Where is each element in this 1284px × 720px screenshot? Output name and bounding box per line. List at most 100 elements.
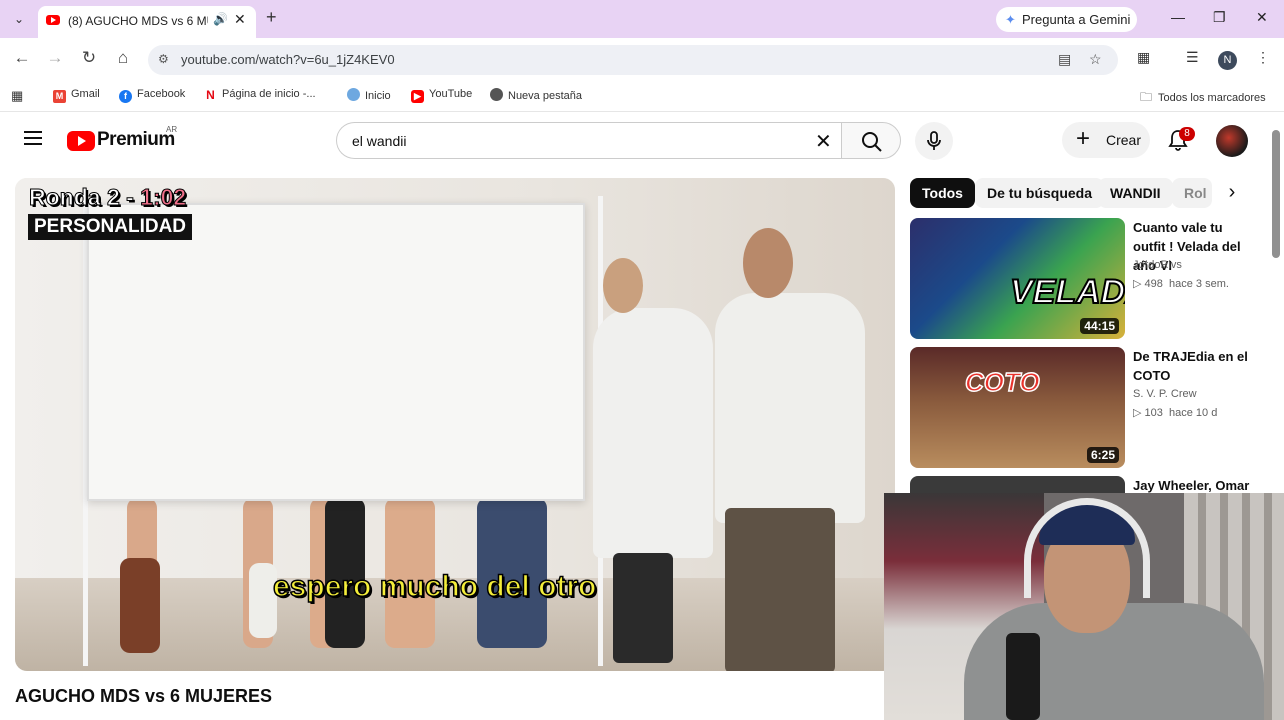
search-input[interactable]: el wandii ✕ — [336, 122, 842, 159]
hidden-person-boots — [120, 558, 160, 653]
bookmark-gmail[interactable]: M Gmail — [53, 88, 100, 103]
view-count: 498 — [1144, 278, 1163, 290]
bookmark-new-tab[interactable]: Nueva pestaña — [490, 88, 582, 102]
more-menu-icon[interactable]: ⋮ — [1256, 49, 1270, 66]
view-count: 103 — [1144, 407, 1163, 419]
site-settings-icon[interactable]: ⚙ — [158, 52, 169, 66]
youtube-header: Premium AR el wandii ✕ + Crear 8 — [0, 113, 1284, 167]
all-bookmarks-label: Todos los marcadores — [1158, 92, 1266, 104]
bookmarks-bar: ▦ M Gmail f Facebook N Página de inicio -..… — [0, 80, 1284, 112]
chip-wandii[interactable]: WANDII — [1098, 178, 1173, 208]
hamburger-menu-icon[interactable] — [24, 131, 42, 145]
recommended-video[interactable]: COTO 6:25 De TRAJEdia en el COTO S. V. P… — [910, 347, 1270, 469]
video-thumbnail[interactable]: VELADA 44:15 — [910, 218, 1125, 339]
voice-search-button[interactable] — [915, 122, 953, 160]
microphone — [1006, 633, 1040, 720]
whiteboard — [87, 203, 585, 501]
video-meta: ▷ 498 hace 3 sem. — [1133, 277, 1229, 290]
thumbnail-art: COTO — [964, 366, 1040, 398]
gemini-label: Pregunta a Gemini — [1022, 12, 1131, 27]
bookmark-inicio[interactable]: Inicio — [347, 88, 391, 102]
search-query: el wandii — [352, 133, 407, 149]
youtube-icon: ▶ — [411, 90, 424, 103]
chrome-icon — [490, 88, 503, 101]
video-player[interactable]: Ronda 2 - 1:02 PERSONALIDAD espero mucho… — [15, 178, 895, 671]
netflix-icon: N — [204, 89, 217, 102]
gmail-icon: M — [53, 90, 66, 103]
video-meta: ▷ 103 hace 10 d — [1133, 406, 1217, 419]
round-label: Ronda 2 - 1:02 — [28, 184, 187, 211]
back-arrow-icon[interactable]: ← — [11, 48, 33, 68]
youtube-logo-icon[interactable] — [67, 131, 95, 151]
reload-icon[interactable]: ↻ — [78, 48, 100, 68]
bookmark-youtube[interactable]: ▶ YouTube — [411, 88, 472, 103]
address-bar[interactable]: ⚙ youtube.com/watch?v=6u_1jZ4KEV0 ▤ ☆ — [148, 45, 1118, 75]
apps-grid-icon[interactable]: ▦ — [11, 88, 23, 104]
upload-age: hace 10 d — [1169, 407, 1218, 419]
bookmark-netflix[interactable]: N Página de inicio -... — [204, 88, 316, 102]
browser-toolbar: ← → ↻ ⌂ ⚙ youtube.com/watch?v=6u_1jZ4KEV… — [0, 38, 1284, 80]
streamer-webcam-overlay — [884, 493, 1284, 720]
gemini-button[interactable]: ✦ Pregunta a Gemini — [996, 7, 1137, 32]
chevron-right-icon[interactable]: › — [1218, 181, 1246, 207]
man-head — [743, 228, 793, 298]
video-duration: 44:15 — [1080, 318, 1119, 334]
bookmark-label: Facebook — [137, 88, 186, 100]
all-bookmarks[interactable]: 🗀 Todos los marcadores — [1140, 88, 1266, 109]
chip-rol[interactable]: Rol — [1172, 178, 1212, 208]
media-controls-icon[interactable]: ☰ — [1186, 49, 1199, 66]
facebook-icon: f — [119, 90, 132, 103]
create-button[interactable]: + Crear — [1062, 122, 1150, 158]
video-duration: 6:25 — [1086, 447, 1119, 463]
youtube-favicon-icon — [46, 15, 60, 25]
round-time: 1:02 — [140, 184, 187, 211]
create-label: Crear — [1106, 132, 1142, 148]
bookmark-label: Inicio — [365, 90, 391, 102]
microphone-icon — [927, 131, 941, 150]
forward-arrow-icon[interactable]: → — [44, 48, 66, 68]
channel-name[interactable]: JordoRivs — [1133, 259, 1182, 271]
bookmark-label: Gmail — [71, 88, 100, 100]
bookmark-label: Nueva pestaña — [508, 90, 582, 102]
inicio-icon — [347, 88, 360, 101]
channel-name[interactable]: S. V. P. Crew — [1133, 388, 1197, 400]
bookmark-facebook[interactable]: f Facebook — [119, 88, 185, 103]
restore-icon[interactable]: ❐ — [1213, 9, 1226, 26]
bookmark-label: YouTube — [429, 88, 473, 100]
premium-logo-text[interactable]: Premium — [97, 129, 175, 151]
search-button[interactable] — [841, 122, 901, 159]
notification-badge: 8 — [1179, 127, 1195, 141]
recommended-title[interactable]: De TRAJEdia en el COTO — [1133, 347, 1253, 385]
play-icon: ▷ — [1133, 407, 1145, 419]
window-close-icon[interactable]: ✕ — [1256, 9, 1268, 26]
play-icon: ▷ — [1133, 278, 1145, 290]
gemini-star-icon: ✦ — [1005, 12, 1016, 27]
page-scrollbar[interactable] — [1272, 130, 1280, 258]
new-tab-button[interactable]: + — [266, 7, 277, 28]
man-tank-top — [715, 293, 865, 523]
profile-avatar[interactable]: N — [1218, 51, 1237, 70]
bookmark-label: Página de inicio -... — [222, 88, 316, 100]
man-white-outfit — [593, 308, 713, 558]
recommended-video[interactable]: VELADA 44:15 Cuanto vale tu outfit ! Vel… — [910, 218, 1270, 340]
home-icon[interactable]: ⌂ — [112, 48, 134, 68]
bookmark-star-icon[interactable]: ☆ — [1089, 51, 1102, 68]
extensions-icon[interactable]: ▦ — [1137, 49, 1150, 66]
folder-icon: 🗀 — [1140, 90, 1153, 104]
video-thumbnail[interactable]: COTO 6:25 — [910, 347, 1125, 468]
round-text: Ronda 2 - — [28, 184, 141, 211]
minimize-icon[interactable]: — — [1171, 9, 1185, 25]
browser-tab-active[interactable]: (8) AGUCHO MDS vs 6 MUJERES 🔊 ✕ — [38, 6, 256, 38]
category-label: PERSONALIDAD — [28, 214, 193, 240]
account-avatar[interactable] — [1216, 125, 1248, 157]
clear-search-icon[interactable]: ✕ — [815, 129, 832, 154]
tab-close-icon[interactable]: ✕ — [234, 11, 246, 28]
chip-todos[interactable]: Todos — [910, 178, 975, 208]
speaker-icon[interactable]: 🔊 — [213, 12, 228, 26]
upload-age: hace 3 sem. — [1169, 278, 1229, 290]
install-app-icon[interactable]: ▤ — [1058, 51, 1071, 68]
chip-de-tu-busqueda[interactable]: De tu búsqueda — [975, 178, 1105, 208]
tab-search-chevron-icon[interactable]: ⌄ — [10, 10, 28, 28]
tab-title: (8) AGUCHO MDS vs 6 MUJERES — [68, 14, 208, 28]
video-title: AGUCHO MDS vs 6 MUJERES — [15, 686, 273, 706]
